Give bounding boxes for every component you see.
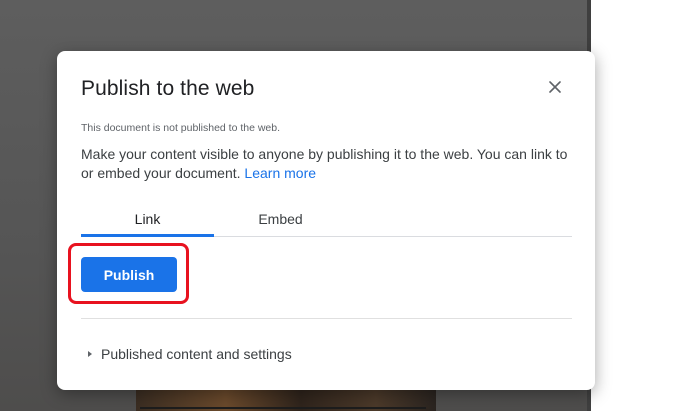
dialog-description: Make your content visible to anyone by p… [81, 145, 577, 183]
page-margin [591, 0, 684, 411]
learn-more-link[interactable]: Learn more [244, 165, 316, 181]
published-settings-expander[interactable]: Published content and settings [85, 346, 292, 362]
tab-embed[interactable]: Embed [214, 211, 347, 237]
publish-status-note: This document is not published to the we… [81, 122, 281, 134]
caret-right-icon [88, 351, 92, 357]
tab-link-label: Link [134, 211, 161, 227]
active-tab-indicator [81, 234, 214, 237]
background-bar [140, 407, 426, 409]
close-button[interactable] [543, 75, 567, 99]
tab-bar: Link Embed [81, 211, 572, 237]
description-text: Make your content visible to anyone by p… [81, 146, 568, 181]
tab-embed-label: Embed [258, 211, 303, 227]
expander-label: Published content and settings [101, 346, 292, 362]
dialog-title: Publish to the web [81, 77, 255, 100]
publish-dialog: Publish to the web This document is not … [57, 51, 595, 390]
section-divider [81, 318, 572, 319]
publish-button[interactable]: Publish [81, 257, 177, 292]
close-icon [549, 81, 561, 93]
